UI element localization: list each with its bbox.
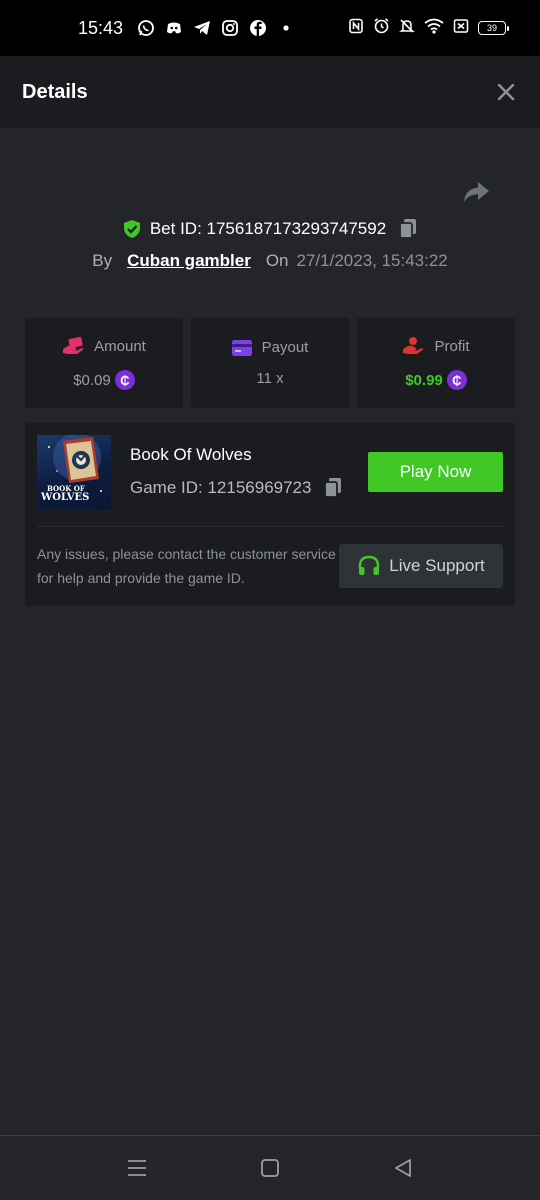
copy-icon	[324, 478, 342, 498]
payout-card: Payout 11 x	[191, 318, 349, 408]
sim-x-icon	[453, 18, 469, 39]
bell-off-icon	[399, 18, 415, 39]
copy-game-id-button[interactable]	[323, 477, 343, 499]
whatsapp-icon	[137, 19, 155, 37]
home-square-icon	[261, 1159, 279, 1177]
nfc-icon	[348, 18, 364, 39]
instagram-icon	[221, 19, 239, 37]
profit-card: Profit $0.99 ₵	[357, 318, 515, 408]
system-nav-bar	[0, 1135, 540, 1200]
share-button[interactable]	[462, 180, 490, 204]
bet-author-row: By Cuban gambler On 27/1/2023, 15:43:22	[0, 248, 540, 274]
status-time: 15:43	[78, 17, 124, 38]
profit-hand-icon	[403, 337, 424, 354]
card-icon	[231, 339, 252, 356]
payout-value: 11 x	[256, 370, 284, 387]
back-button[interactable]	[387, 1152, 419, 1184]
support-help-text: Any issues, please contact the customer …	[37, 546, 336, 586]
headset-icon	[359, 555, 380, 575]
coin-icon: ₵	[114, 370, 135, 390]
discord-icon	[165, 19, 183, 37]
user-link[interactable]: Cuban gambler	[127, 251, 251, 271]
menu-lines-icon	[127, 1160, 146, 1176]
bet-date: 27/1/2023, 15:43:22	[296, 251, 448, 270]
live-support-button[interactable]: Live Support	[339, 544, 503, 588]
money-hand-icon	[63, 336, 84, 354]
back-triangle-icon	[395, 1159, 412, 1177]
verified-shield-icon	[123, 220, 140, 238]
dot-icon	[277, 19, 295, 37]
amount-label: Amount	[94, 337, 146, 355]
game-thumbnail[interactable]: BOOK OF WOLVES	[37, 435, 111, 509]
payout-label: Payout	[261, 339, 309, 356]
home-button[interactable]	[254, 1152, 286, 1184]
play-now-button[interactable]: Play Now	[368, 452, 503, 492]
coin-icon: ₵	[446, 370, 467, 390]
amount-value: $0.09	[73, 371, 111, 389]
game-card: BOOK OF WOLVES Book Of Wolves Game ID: 1…	[25, 423, 515, 606]
recent-apps-button[interactable]	[121, 1152, 153, 1184]
alarm-icon	[373, 17, 390, 39]
bet-id-row: Bet ID: 1756187173293747592	[0, 216, 540, 242]
battery-icon: 39	[478, 21, 509, 35]
live-support-label: Live Support	[389, 556, 485, 575]
bet-id: Bet ID: 1756187173293747592	[149, 219, 387, 238]
wifi-icon	[424, 18, 444, 39]
game-name: Book Of Wolves	[130, 445, 252, 464]
profit-value: $0.99	[405, 371, 443, 389]
copy-bet-id-button[interactable]	[398, 218, 418, 240]
amount-card: Amount $0.09 ₵	[25, 318, 183, 408]
page-title: Details	[22, 80, 88, 103]
thumb-title-line2: WOLVES	[41, 492, 90, 503]
close-icon	[497, 83, 515, 101]
notification-icons	[137, 19, 295, 37]
telegram-icon	[193, 19, 211, 37]
copy-icon	[399, 219, 417, 239]
on-label: On	[265, 251, 289, 270]
close-button[interactable]	[494, 80, 518, 104]
bet-stats: Amount $0.09 ₵ Payout 11 x Profit $0.99 …	[25, 318, 515, 408]
game-id: Game ID: 12156969723	[130, 478, 312, 497]
system-icons: 39	[348, 17, 509, 39]
facebook-icon	[249, 19, 267, 37]
status-bar: 15:43 39	[0, 0, 540, 56]
by-label: By	[92, 251, 113, 270]
profit-label: Profit	[434, 337, 470, 355]
divider	[37, 526, 503, 527]
game-id-row: Game ID: 12156969723	[130, 477, 343, 499]
details-header: Details	[0, 56, 540, 128]
share-arrow-icon	[464, 182, 489, 202]
